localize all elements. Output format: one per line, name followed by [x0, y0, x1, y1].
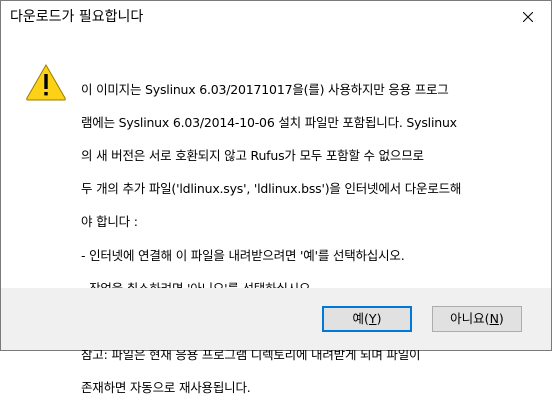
no-button-mnemonic: N: [489, 311, 499, 326]
close-icon: [523, 12, 533, 22]
message-line: 존재하면 자동으로 재사용됩니다.: [81, 380, 251, 396]
no-button-label: 아니요(: [450, 311, 490, 326]
warning-icon: [26, 63, 66, 101]
dialog-window: 다운로드가 필요합니다 이 이미지는 Syslinux 6.03/2017101…: [0, 0, 552, 395]
yes-button-mnemonic: Y: [368, 311, 377, 326]
message-line: 야 합니다 :: [81, 214, 138, 230]
no-button-suffix: ): [498, 311, 504, 326]
title-bar[interactable]: 다운로드가 필요합니다: [1, 1, 551, 33]
message-line: - 인터넷에 연결해 이 파일을 내려받으려면 '예'를 선택하십시오.: [81, 247, 405, 263]
yes-button[interactable]: 예(Y): [322, 306, 412, 332]
close-button[interactable]: [505, 1, 551, 33]
yes-button-label: 예(: [352, 311, 369, 326]
message-line: 이 이미지는 Syslinux 6.03/20171017을(를) 사용하지만 …: [81, 81, 449, 97]
message-line: 의 새 버전은 서로 호환되지 않고 Rufus가 모두 포함할 수 없으므로: [81, 147, 424, 163]
window-title: 다운로드가 필요합니다: [10, 9, 144, 25]
message-line: 램에는 Syslinux 6.03/2014-10-06 설치 파일만 포함됩니…: [81, 114, 457, 130]
button-footer: 예(Y) 아니요(N): [1, 288, 551, 350]
message-text: 이 이미지는 Syslinux 6.03/20171017을(를) 사용하지만 …: [81, 65, 533, 413]
yes-button-suffix: ): [376, 311, 382, 326]
message-line: 두 개의 추가 파일('ldlinux.sys', 'ldlinux.bss')…: [81, 181, 462, 197]
no-button[interactable]: 아니요(N): [432, 306, 522, 332]
